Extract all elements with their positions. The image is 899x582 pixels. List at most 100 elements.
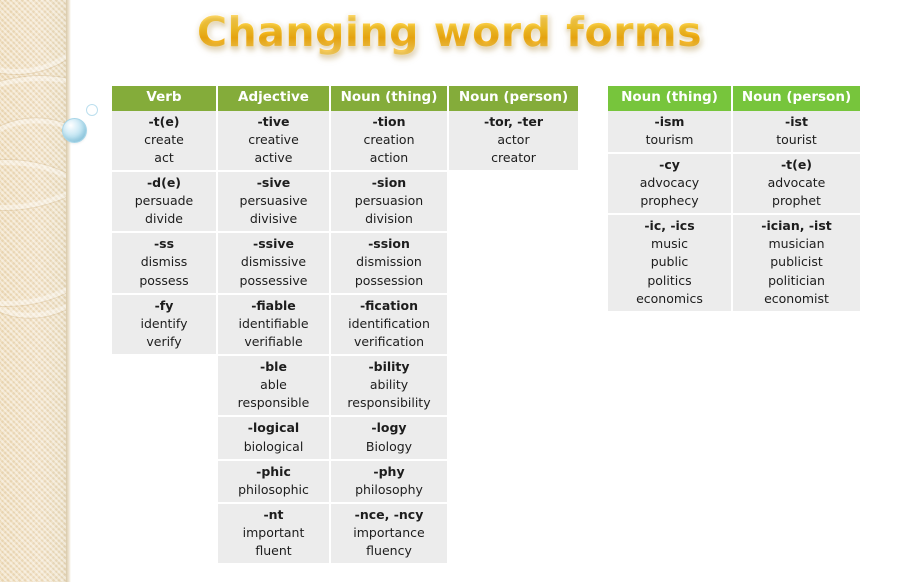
suffix-label: -fy xyxy=(154,297,174,313)
word-example: important xyxy=(242,525,305,541)
cell-noun-thing: -logy Biology xyxy=(330,416,449,461)
suffix-label: -logical xyxy=(247,420,300,436)
table-row: -d(e) persuade divide -sive persuasive divisi… xyxy=(112,170,578,234)
suffix-label: -sion xyxy=(371,174,407,190)
suffix-label: -logy xyxy=(371,420,407,436)
cell-verb: -fy identify verify xyxy=(112,293,218,357)
word-example: persuasion xyxy=(354,193,424,209)
cell-noun-thing: -nce, -ncy importance fluency xyxy=(330,502,449,566)
word-example: actor xyxy=(497,131,530,147)
cell-adjective: -sive persuasive divisive xyxy=(217,170,331,234)
cell-noun-person xyxy=(448,502,578,566)
suffix-label: -sive xyxy=(256,174,291,190)
suffix-label: -tive xyxy=(257,113,290,129)
suffix-label: -fication xyxy=(359,297,419,313)
cell-verb xyxy=(112,355,218,418)
cell-adjective: -nt important fluent xyxy=(217,502,331,566)
column-header-noun-person: Noun (person) xyxy=(448,86,578,111)
sidebar-edge-gradient xyxy=(66,0,71,582)
main-table-body: -t(e) create act -tive creative active -tion cr… xyxy=(112,110,578,566)
word-example: possession xyxy=(354,272,424,288)
word-example: dismiss xyxy=(140,254,188,270)
table-row: -phic philosophic -phy philosophy xyxy=(112,459,578,504)
word-example: able xyxy=(260,377,287,393)
cell-noun-thing: -tion creation action xyxy=(330,110,449,172)
cell-noun-thing-extra: -ism tourism xyxy=(608,110,733,154)
word-example: prophecy xyxy=(640,193,699,209)
cell-noun-person-extra: -t(e) advocate prophet xyxy=(732,152,860,216)
word-example: philosophy xyxy=(355,481,423,497)
cell-noun-person xyxy=(448,355,578,418)
table-row: -ss dismiss possess -ssive dismissive possess… xyxy=(112,232,578,295)
word-example: identify xyxy=(140,315,188,331)
suffix-label: -nt xyxy=(263,506,284,522)
cell-noun-person xyxy=(448,170,578,234)
word-example: responsible xyxy=(237,395,310,411)
cell-verb: -t(e) create act xyxy=(112,110,218,172)
word-example: verifiable xyxy=(244,333,303,349)
cell-noun-thing: -sion persuasion division xyxy=(330,170,449,234)
word-example: philosophic xyxy=(238,481,309,497)
suffix-label: -ssion xyxy=(368,236,410,252)
column-header-noun-person-extra: Noun (person) xyxy=(732,86,860,111)
cell-verb: -ss dismiss possess xyxy=(112,232,218,295)
word-example: action xyxy=(369,149,409,165)
table-row: -nt important fluent -nce, -ncy importance fl… xyxy=(112,502,578,566)
word-example: advocacy xyxy=(639,174,700,190)
word-example: possess xyxy=(139,272,189,288)
word-example: division xyxy=(365,211,413,227)
cell-noun-thing: -bility ability responsibility xyxy=(330,355,449,418)
bubble-icon-small xyxy=(86,104,98,116)
word-example: economist xyxy=(764,290,829,306)
word-example: verify xyxy=(146,333,182,349)
cell-noun-thing: -phy philosophy xyxy=(330,459,449,504)
cell-noun-thing-extra: -cy advocacy prophecy xyxy=(608,152,733,216)
word-example: tourism xyxy=(645,131,694,147)
word-example: publicist xyxy=(770,254,823,270)
table-header-row: Verb Adjective Noun (thing) Noun (person… xyxy=(112,86,578,111)
cell-noun-thing-extra: -ic, -ics music public politics economics xyxy=(608,214,733,313)
table-row: -cy advocacy prophecy -t(e) advocate prophet xyxy=(608,152,860,216)
swirl-decoration-4 xyxy=(0,160,70,306)
word-example: politician xyxy=(768,272,825,288)
suffix-label: -phy xyxy=(373,463,405,479)
word-example: music xyxy=(651,236,688,252)
suffix-label: -ician, -ist xyxy=(761,218,832,234)
sidebar-decoration xyxy=(0,0,70,582)
cell-adjective: -tive creative active xyxy=(217,110,331,172)
word-example: musician xyxy=(768,236,825,252)
extra-table-header-row: Noun (thing) Noun (person) xyxy=(608,86,860,111)
cell-noun-person-extra: -ist tourist xyxy=(732,110,860,154)
word-example: tourist xyxy=(776,131,817,147)
word-example: politics xyxy=(647,272,692,288)
suffix-label: -fiable xyxy=(251,297,296,313)
cell-verb xyxy=(112,459,218,504)
word-example: create xyxy=(144,131,184,147)
word-example: creator xyxy=(491,149,536,165)
suffix-label: -ism xyxy=(654,113,685,129)
suffix-label: -phic xyxy=(256,463,291,479)
extra-table-body: -ism tourism -ist tourist -cy advocacy prophec… xyxy=(608,110,860,313)
table-row: -ism tourism -ist tourist xyxy=(608,110,860,154)
suffix-label: -d(e) xyxy=(146,174,182,190)
word-example: fluency xyxy=(366,543,412,559)
cell-noun-person-extra: -ician, -ist musician publicist politician e… xyxy=(732,214,860,313)
word-example: ability xyxy=(369,377,409,393)
word-forms-extra-table: Noun (thing) Noun (person) -ism tourism -i… xyxy=(608,86,860,313)
word-example: divisive xyxy=(249,211,298,227)
cell-noun-person xyxy=(448,293,578,357)
word-example: persuasive xyxy=(239,193,308,209)
word-example: identification xyxy=(348,315,430,331)
word-example: persuade xyxy=(134,193,194,209)
cell-noun-thing: -fication identification verification xyxy=(330,293,449,357)
word-example: public xyxy=(650,254,689,270)
page-title: Changing word forms xyxy=(0,8,899,56)
table-row: -ic, -ics music public politics economics -ic… xyxy=(608,214,860,313)
word-example: advocate xyxy=(767,174,826,190)
suffix-label: -ble xyxy=(260,359,287,375)
word-example: active xyxy=(254,149,293,165)
suffix-label: -bility xyxy=(368,359,410,375)
suffix-label: -t(e) xyxy=(148,113,180,129)
word-example: dismission xyxy=(356,254,422,270)
table-row: -logical biological -logy Biology xyxy=(112,416,578,461)
